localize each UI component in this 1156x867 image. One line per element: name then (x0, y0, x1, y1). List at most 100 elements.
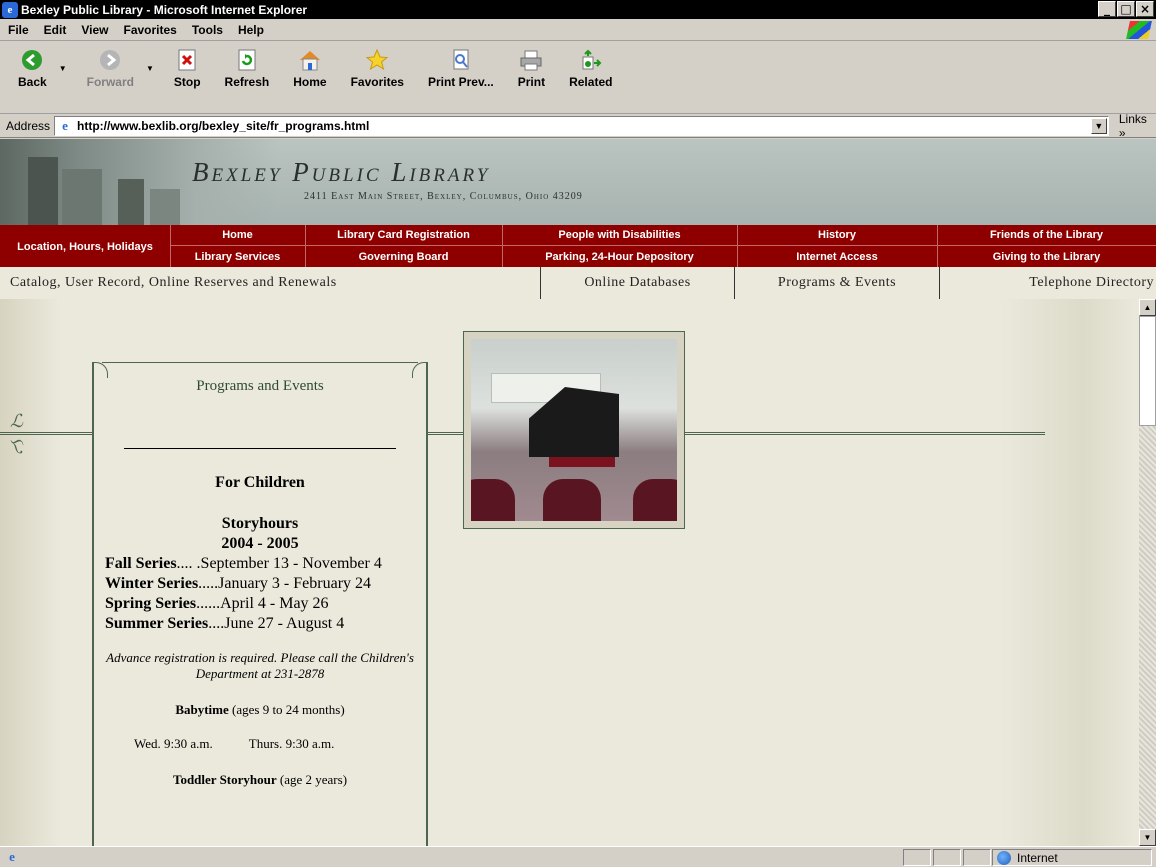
print-preview-button[interactable]: Print Prev... (428, 46, 494, 89)
tab-telephone-directory[interactable]: Telephone Directory (940, 267, 1156, 299)
tab-programs-events[interactable]: Programs & Events (735, 267, 939, 299)
window-title: Bexley Public Library - Microsoft Intern… (21, 2, 308, 17)
title-bar: e Bexley Public Library - Microsoft Inte… (0, 0, 1156, 19)
piano-photo-frame (463, 331, 685, 529)
page-status-icon: e (9, 849, 15, 864)
flourish-bottom-icon: ℒ (10, 436, 23, 456)
main-content: ℒ ℒ Programs and Events For Children Sto… (0, 299, 1156, 846)
right-decoration (1000, 299, 1140, 846)
panel-rule (124, 448, 396, 449)
series-spring: Spring Series......April 4 - May 26 (105, 595, 329, 612)
favorites-label: Favorites (350, 75, 404, 89)
nav-parking[interactable]: Parking, 24-Hour Depository (502, 246, 737, 267)
scroll-thumb[interactable] (1139, 316, 1156, 426)
library-name[interactable]: Bexley Public Library (192, 157, 490, 188)
menu-view[interactable]: View (81, 23, 108, 37)
piano-photo (471, 339, 677, 521)
stop-button[interactable]: Stop (174, 46, 201, 89)
favorites-button[interactable]: Favorites (351, 46, 404, 89)
menu-tools[interactable]: Tools (192, 23, 223, 37)
forward-arrow-icon (98, 48, 122, 72)
address-input[interactable]: e http://www.bexlib.org/bexley_site/fr_p… (54, 115, 1109, 136)
toddler-heading: Toddler Storyhour (age 2 years) (172, 772, 348, 787)
window-controls: _ □ × (1097, 1, 1154, 17)
refresh-label: Refresh (224, 75, 270, 89)
page-icon: e (62, 117, 68, 133)
print-preview-icon (449, 48, 473, 72)
print-preview-label: Print Prev... (427, 75, 494, 89)
season-heading: 2004 - 2005 (221, 535, 299, 552)
back-label: Back (18, 75, 47, 89)
home-button[interactable]: Home (293, 46, 327, 89)
toolbar: Back ▼ Forward ▼ Stop Refresh Home Favor… (0, 42, 1156, 114)
nav-internet-access[interactable]: Internet Access (737, 246, 937, 267)
nav-location-hours[interactable]: Location, Hours, Holidays (0, 229, 170, 265)
programs-panel: Programs and Events For Children Storyho… (92, 362, 428, 846)
menu-help[interactable]: Help (238, 23, 264, 37)
globe-icon (997, 850, 1011, 865)
close-button[interactable]: × (1136, 1, 1154, 17)
series-winter: Winter Series.....January 3 - February 2… (105, 575, 372, 592)
babytime-wednesday: Wed. 9:30 a.m. (134, 736, 213, 751)
scroll-up-icon[interactable]: ▲ (1139, 299, 1156, 316)
nav-friends[interactable]: Friends of the Library (937, 225, 1156, 245)
refresh-button[interactable]: Refresh (224, 46, 270, 89)
nav-library-services[interactable]: Library Services (170, 246, 305, 267)
panel-body: For Children Storyhours 2004 - 2005 Fall… (94, 474, 426, 788)
home-icon (298, 48, 322, 72)
printer-icon (519, 48, 543, 72)
main-navigation: Location, Hours, Holidays Home Library S… (0, 225, 1156, 267)
print-label: Print (517, 75, 546, 89)
star-icon (365, 48, 389, 72)
babytime-thursday: Thurs. 9:30 a.m. (248, 736, 335, 751)
menu-file[interactable]: File (8, 23, 29, 37)
related-icon (579, 48, 603, 72)
minimize-button[interactable]: _ (1098, 1, 1116, 17)
menu-favorites[interactable]: Favorites (123, 23, 176, 37)
library-address: 2411 East Main Street, Bexley, Columbus,… (304, 191, 583, 202)
series-fall: Fall Series.... .September 13 - November… (105, 555, 382, 572)
related-label: Related (569, 75, 613, 89)
page-viewport: Bexley Public Library 2411 East Main Str… (0, 139, 1156, 846)
forward-dropdown-icon[interactable]: ▼ (146, 64, 154, 73)
flourish-top-icon: ℒ (10, 411, 23, 431)
home-label: Home (293, 75, 327, 89)
series-summer: Summer Series....June 27 - August 4 (105, 615, 345, 632)
library-banner: Bexley Public Library 2411 East Main Str… (0, 139, 1156, 225)
babytime-heading: Babytime (ages 9 to 24 months) (175, 702, 345, 717)
left-decoration (0, 299, 60, 846)
related-button[interactable]: Related (569, 46, 612, 89)
nav-giving[interactable]: Giving to the Library (937, 246, 1156, 267)
maximize-button[interactable]: □ (1117, 1, 1135, 17)
windows-logo-icon (1126, 21, 1152, 39)
nav-disabilities[interactable]: People with Disabilities (502, 225, 737, 245)
back-button[interactable]: Back (18, 46, 47, 89)
nav-home[interactable]: Home (170, 225, 305, 245)
tab-online-databases[interactable]: Online Databases (541, 267, 734, 299)
tab-catalog[interactable]: Catalog, User Record, Online Reserves an… (10, 267, 540, 299)
section-heading: For Children (215, 474, 305, 491)
address-bar: Address e http://www.bexlib.org/bexley_s… (0, 112, 1156, 140)
back-dropdown-icon[interactable]: ▼ (59, 64, 67, 73)
ie-icon[interactable]: e (2, 1, 18, 18)
stop-label: Stop (173, 75, 201, 89)
scroll-down-icon[interactable]: ▼ (1139, 829, 1156, 846)
nav-card-registration[interactable]: Library Card Registration (305, 225, 502, 245)
nav-history[interactable]: History (737, 225, 937, 245)
nav-governing-board[interactable]: Governing Board (305, 246, 502, 267)
links-button[interactable]: Links » (1119, 112, 1156, 140)
url-text[interactable]: http://www.bexlib.org/bexley_site/fr_pro… (77, 119, 369, 133)
panel-title: Programs and Events (196, 378, 324, 394)
zone-label: Internet (1017, 850, 1058, 865)
vertical-scrollbar[interactable]: ▲ ▼ (1139, 299, 1156, 846)
storyhours-heading: Storyhours (221, 515, 299, 532)
refresh-icon (235, 48, 259, 72)
address-dropdown-icon[interactable]: ▼ (1090, 117, 1107, 134)
print-button[interactable]: Print (518, 46, 545, 89)
forward-button[interactable]: Forward (87, 46, 134, 89)
menu-edit[interactable]: Edit (44, 23, 67, 37)
babytime-times: Wed. 9:30 a.m. Thurs. 9:30 a.m. (94, 736, 426, 752)
secondary-navigation: Catalog, User Record, Online Reserves an… (0, 267, 1156, 299)
links-label: Links (1118, 111, 1147, 126)
menu-bar: File Edit View Favorites Tools Help (0, 19, 1156, 41)
